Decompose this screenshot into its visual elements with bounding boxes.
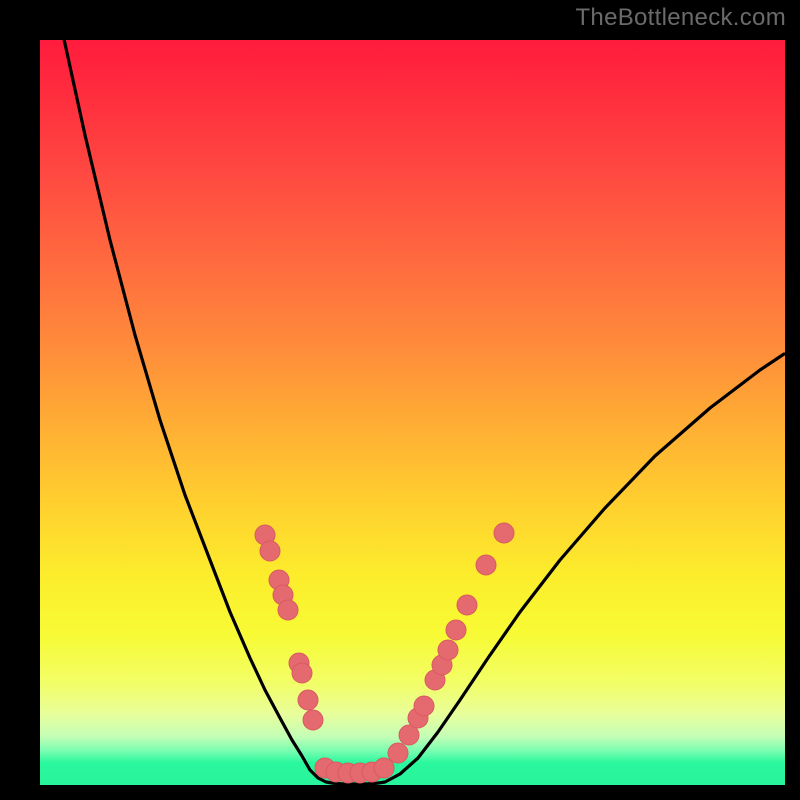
- data-dot: [414, 696, 434, 716]
- bottleneck-curve: [62, 30, 784, 784]
- data-dot: [260, 541, 280, 561]
- data-dot: [303, 710, 323, 730]
- data-dot: [374, 758, 394, 778]
- watermark-text: TheBottleneck.com: [575, 4, 786, 32]
- data-dot: [292, 663, 312, 683]
- overlay-svg: [40, 40, 785, 785]
- data-dot: [457, 595, 477, 615]
- chart-frame: TheBottleneck.com: [0, 0, 800, 800]
- data-dot: [476, 555, 496, 575]
- data-dot: [438, 640, 458, 660]
- data-dot: [278, 600, 298, 620]
- data-dot: [494, 523, 514, 543]
- data-dot: [446, 620, 466, 640]
- data-dot: [388, 743, 408, 763]
- data-dot: [298, 690, 318, 710]
